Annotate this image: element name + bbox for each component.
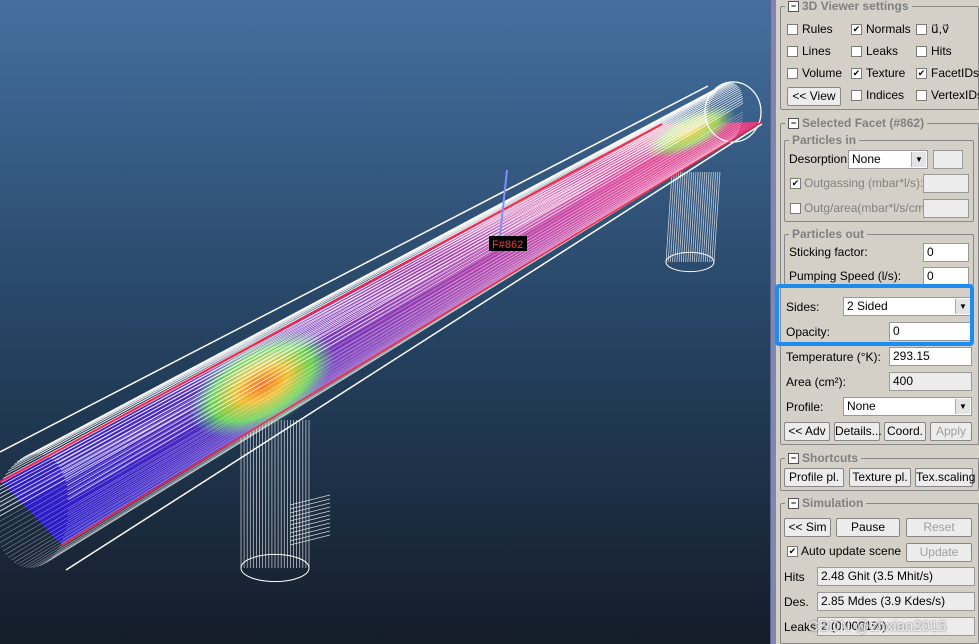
3d-viewport[interactable]: F#862 <box>0 0 770 644</box>
des-label: Des. <box>784 595 809 609</box>
group-title: Particles out <box>792 227 865 241</box>
label-facetids: FacetIDs <box>931 66 979 80</box>
label-normals: Normals <box>866 22 911 36</box>
shortcuts-group: − Shortcuts Profile pl. Texture pl. Tex.s… <box>780 451 979 491</box>
apply-button[interactable]: Apply <box>930 422 972 441</box>
particles-in-group: Particles in Desorption None ▼ Outgassing… <box>784 133 974 222</box>
checkbox-rules[interactable] <box>787 24 798 35</box>
temperature-label: Temperature (°K): <box>786 350 881 364</box>
sticking-label: Sticking factor: <box>789 245 868 259</box>
des-field: 2.85 Mdes (3.9 Kdes/s) <box>817 592 975 611</box>
update-button[interactable]: Update <box>906 543 972 562</box>
checkbox-vertexids[interactable] <box>916 90 927 101</box>
collapse-icon[interactable]: − <box>788 452 799 464</box>
highlight-box <box>775 284 974 346</box>
checkbox-outgassing-area[interactable] <box>790 203 801 214</box>
profile-select[interactable]: None ▼ <box>843 397 972 416</box>
texture-scaling-button[interactable]: Tex.scaling <box>915 468 975 487</box>
outgassing-label: Outgassing (mbar*l/s): <box>804 176 924 190</box>
collapse-icon[interactable]: − <box>788 117 799 129</box>
group-title: Particles in <box>792 133 857 147</box>
outgassing-field[interactable] <box>923 174 969 193</box>
profile-label: Profile: <box>786 400 824 414</box>
checkbox-normals[interactable] <box>851 24 862 35</box>
checkbox-facetids[interactable] <box>916 68 927 79</box>
viewer-settings-group: −3D Viewer settings Rules Normals u⃗,v⃗ … <box>780 0 979 110</box>
group-title: Simulation <box>802 496 864 510</box>
checkbox-texture[interactable] <box>851 68 862 79</box>
label-texture: Texture <box>866 66 906 80</box>
label-vertexids: VertexIDs <box>931 88 979 102</box>
profile-plotter-button[interactable]: Profile pl. <box>784 468 844 487</box>
collapse-icon[interactable]: − <box>788 0 799 12</box>
details-button[interactable]: Details... <box>834 422 882 441</box>
label-volume: Volume <box>802 66 843 80</box>
desorption-extra-field <box>933 150 963 169</box>
pumping-label: Pumping Speed (l/s): <box>789 269 902 283</box>
chevron-down-icon: ▼ <box>955 399 970 414</box>
group-title: Selected Facet (#862) <box>802 116 925 130</box>
sticking-field[interactable]: 0 <box>923 243 969 262</box>
hits-field: 2.48 Ghit (3.5 Mhit/s) <box>817 567 975 586</box>
checkbox-outgassing[interactable] <box>790 178 801 189</box>
area-field: 400 <box>889 372 972 391</box>
outgassing-area-field[interactable] <box>923 199 969 218</box>
area-label: Area (cm²): <box>786 375 846 389</box>
sim-button[interactable]: << Sim <box>784 518 831 537</box>
facet-id-label: F#862 <box>492 239 523 251</box>
outgassing-area-label: Outg/area(mbar*l/s/cm²): <box>804 201 937 215</box>
texture-plotter-button[interactable]: Texture pl. <box>849 468 911 487</box>
group-title: 3D Viewer settings <box>802 0 909 13</box>
label-lines: Lines <box>802 44 831 58</box>
desorption-value: None <box>852 152 881 166</box>
group-title: Shortcuts <box>802 451 859 465</box>
checkbox-volume[interactable] <box>787 68 798 79</box>
label-rules: Rules <box>802 22 833 36</box>
label-leaks: Leaks <box>866 44 899 58</box>
desorption-label: Desorption <box>789 152 848 166</box>
checkbox-leaks[interactable] <box>851 46 862 57</box>
hits-label: Hits <box>784 570 805 584</box>
checkbox-hits[interactable] <box>916 46 927 57</box>
checkbox-uv[interactable] <box>916 24 927 35</box>
checkbox-indices[interactable] <box>851 90 862 101</box>
profile-value: None <box>847 399 876 413</box>
adv-button[interactable]: << Adv <box>784 422 830 441</box>
checkbox-auto-update[interactable] <box>787 546 798 557</box>
particles-out-group: Particles out Sticking factor: 0 Pumping… <box>784 227 974 286</box>
label-indices: Indices <box>866 88 905 102</box>
view-button[interactable]: << View <box>787 87 841 106</box>
collapse-icon[interactable]: − <box>788 497 799 509</box>
coord-button[interactable]: Coord. <box>884 422 926 441</box>
temperature-field[interactable]: 293.15 <box>889 347 972 366</box>
label-hits: Hits <box>931 44 952 58</box>
pause-button[interactable]: Pause <box>836 518 900 537</box>
reset-button[interactable]: Reset <box>906 518 972 537</box>
checkbox-lines[interactable] <box>787 46 798 57</box>
chevron-down-icon: ▼ <box>911 152 926 167</box>
desorption-select[interactable]: None ▼ <box>848 150 928 169</box>
watermark: CSDN @zhxiao2015 <box>808 618 947 635</box>
label-uv: u⃗,v⃗ <box>931 22 950 36</box>
auto-update-label: Auto update scene <box>801 544 902 558</box>
